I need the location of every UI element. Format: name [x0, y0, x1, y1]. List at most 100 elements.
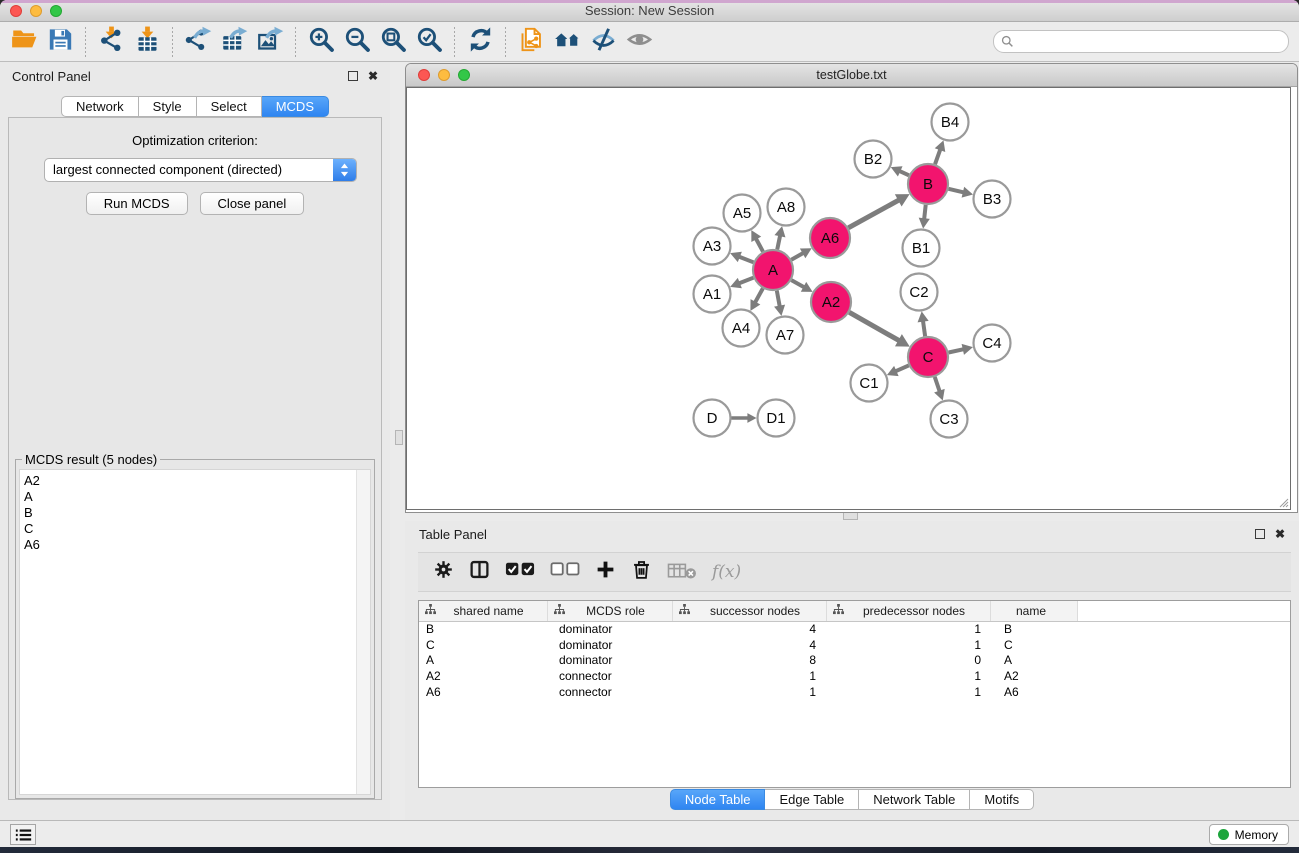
- network-node-A1[interactable]: A1: [694, 276, 731, 313]
- mcds-result-item[interactable]: A2: [24, 473, 370, 489]
- network-node-D1[interactable]: D1: [758, 400, 795, 437]
- cell-successor-nodes[interactable]: 8: [673, 653, 827, 669]
- cell-predecessor-nodes[interactable]: 0: [827, 653, 991, 669]
- cell-MCDS-role[interactable]: dominator: [548, 638, 673, 654]
- open-session-button[interactable]: [6, 25, 42, 59]
- cell-shared-name[interactable]: A2: [419, 669, 548, 685]
- mcds-result-item[interactable]: B: [24, 505, 370, 521]
- cell-successor-nodes[interactable]: 4: [673, 638, 827, 654]
- zoom-in-button[interactable]: [303, 25, 339, 59]
- network-node-C1[interactable]: C1: [851, 365, 888, 402]
- cell-successor-nodes[interactable]: 1: [673, 669, 827, 685]
- close-panel-button[interactable]: Close panel: [200, 192, 305, 215]
- export-image-button[interactable]: [252, 25, 288, 59]
- network-edge-B-B4[interactable]: [935, 140, 946, 164]
- network-node-A4[interactable]: A4: [723, 310, 760, 347]
- close-panel-icon[interactable]: ✖: [368, 71, 378, 81]
- table-float-panel-icon[interactable]: [1255, 529, 1265, 539]
- cell-MCDS-role[interactable]: dominator: [548, 653, 673, 669]
- criterion-dropdown[interactable]: largest connected component (directed): [44, 158, 357, 182]
- network-edge-C-C3[interactable]: [934, 377, 945, 401]
- apply-layout-refresh-button[interactable]: [462, 25, 498, 59]
- network-edge-A2-C[interactable]: [849, 312, 909, 346]
- network-node-C4[interactable]: C4: [974, 325, 1011, 362]
- network-node-C3[interactable]: C3: [931, 401, 968, 438]
- tab-network[interactable]: Network: [61, 96, 139, 117]
- network-canvas[interactable]: B4B2BB3A8A5A6A3B1AC2A1A2A4A7C4CC1C3DD1: [406, 87, 1291, 510]
- search-field[interactable]: [993, 30, 1289, 53]
- cell-name[interactable]: A6: [991, 685, 1078, 701]
- cell-shared-name[interactable]: A6: [419, 685, 548, 701]
- cell-predecessor-nodes[interactable]: 1: [827, 685, 991, 701]
- table-row[interactable]: Adominator80A: [419, 653, 1290, 669]
- network-edge-C-C1[interactable]: [887, 365, 909, 376]
- network-edge-A-A8[interactable]: [774, 226, 785, 249]
- import-table-button[interactable]: [129, 25, 165, 59]
- network-node-B3[interactable]: B3: [974, 181, 1011, 218]
- network-edge-B-B1[interactable]: [919, 205, 930, 229]
- network-node-A6[interactable]: A6: [810, 218, 850, 258]
- tab-edge-table[interactable]: Edge Table: [765, 789, 859, 810]
- cell-name[interactable]: C: [991, 638, 1078, 654]
- network-node-B2[interactable]: B2: [855, 141, 892, 178]
- table-settings-button[interactable]: [433, 559, 454, 585]
- network-edge-C-C2[interactable]: [918, 311, 929, 336]
- network-node-B[interactable]: B: [908, 164, 948, 204]
- network-edge-A-A1[interactable]: [730, 278, 753, 289]
- table-row[interactable]: A6connector11A6: [419, 685, 1290, 701]
- tab-mcds[interactable]: MCDS: [262, 96, 329, 117]
- cell-shared-name[interactable]: A: [419, 653, 548, 669]
- cell-name[interactable]: B: [991, 622, 1078, 638]
- cell-MCDS-role[interactable]: dominator: [548, 622, 673, 638]
- cell-predecessor-nodes[interactable]: 1: [827, 638, 991, 654]
- network-node-A2[interactable]: A2: [811, 282, 851, 322]
- zoom-out-button[interactable]: [339, 25, 375, 59]
- column-header-predecessor-nodes[interactable]: predecessor nodes: [827, 601, 991, 621]
- network-edge-A-A5[interactable]: [751, 230, 763, 251]
- cell-MCDS-role[interactable]: connector: [548, 685, 673, 701]
- zoom-selected-button[interactable]: [411, 25, 447, 59]
- tab-network-table[interactable]: Network Table: [859, 789, 970, 810]
- network-edge-A-A4[interactable]: [750, 288, 762, 311]
- column-header-successor-nodes[interactable]: successor nodes: [673, 601, 827, 621]
- export-table-button[interactable]: [216, 25, 252, 59]
- cell-successor-nodes[interactable]: 1: [673, 685, 827, 701]
- tab-style[interactable]: Style: [139, 96, 197, 117]
- deselect-all-columns-button[interactable]: [550, 559, 580, 585]
- column-header-MCDS-role[interactable]: MCDS role: [548, 601, 673, 621]
- toggle-graphics-details-button[interactable]: [585, 25, 621, 59]
- network-node-A7[interactable]: A7: [767, 317, 804, 354]
- task-history-button[interactable]: [10, 824, 36, 845]
- mcds-list-scrollbar[interactable]: [356, 470, 370, 794]
- mcds-result-item[interactable]: A: [24, 489, 370, 505]
- import-network-button[interactable]: [93, 25, 129, 59]
- network-node-B4[interactable]: B4: [932, 104, 969, 141]
- mcds-result-item[interactable]: C: [24, 521, 370, 537]
- export-network-button[interactable]: [180, 25, 216, 59]
- search-input[interactable]: [1014, 33, 1288, 51]
- cell-shared-name[interactable]: C: [419, 638, 548, 654]
- cell-predecessor-nodes[interactable]: 1: [827, 669, 991, 685]
- tab-select[interactable]: Select: [197, 96, 262, 117]
- window-resize-grip[interactable]: [1278, 497, 1289, 508]
- mcds-result-list[interactable]: A2ABCA6: [19, 469, 371, 795]
- cell-MCDS-role[interactable]: connector: [548, 669, 673, 685]
- table-row[interactable]: Cdominator41C: [419, 638, 1290, 654]
- cell-predecessor-nodes[interactable]: 1: [827, 622, 991, 638]
- table-close-panel-icon[interactable]: ✖: [1275, 529, 1285, 539]
- delete-column-button[interactable]: [631, 559, 652, 585]
- cell-name[interactable]: A2: [991, 669, 1078, 685]
- network-edge-C-C4[interactable]: [949, 344, 973, 355]
- cell-shared-name[interactable]: B: [419, 622, 548, 638]
- network-edge-A-A7[interactable]: [774, 291, 785, 316]
- save-session-button[interactable]: [42, 25, 78, 59]
- column-header-name[interactable]: name: [991, 601, 1078, 621]
- network-edge-B-B2[interactable]: [891, 166, 909, 176]
- network-node-A3[interactable]: A3: [694, 228, 731, 265]
- network-overview-button[interactable]: [549, 25, 585, 59]
- network-edge-A-A2[interactable]: [791, 280, 812, 292]
- network-edge-A6-B[interactable]: [848, 194, 909, 228]
- cell-successor-nodes[interactable]: 4: [673, 622, 827, 638]
- float-panel-icon[interactable]: [348, 71, 358, 81]
- network-node-B1[interactable]: B1: [903, 230, 940, 267]
